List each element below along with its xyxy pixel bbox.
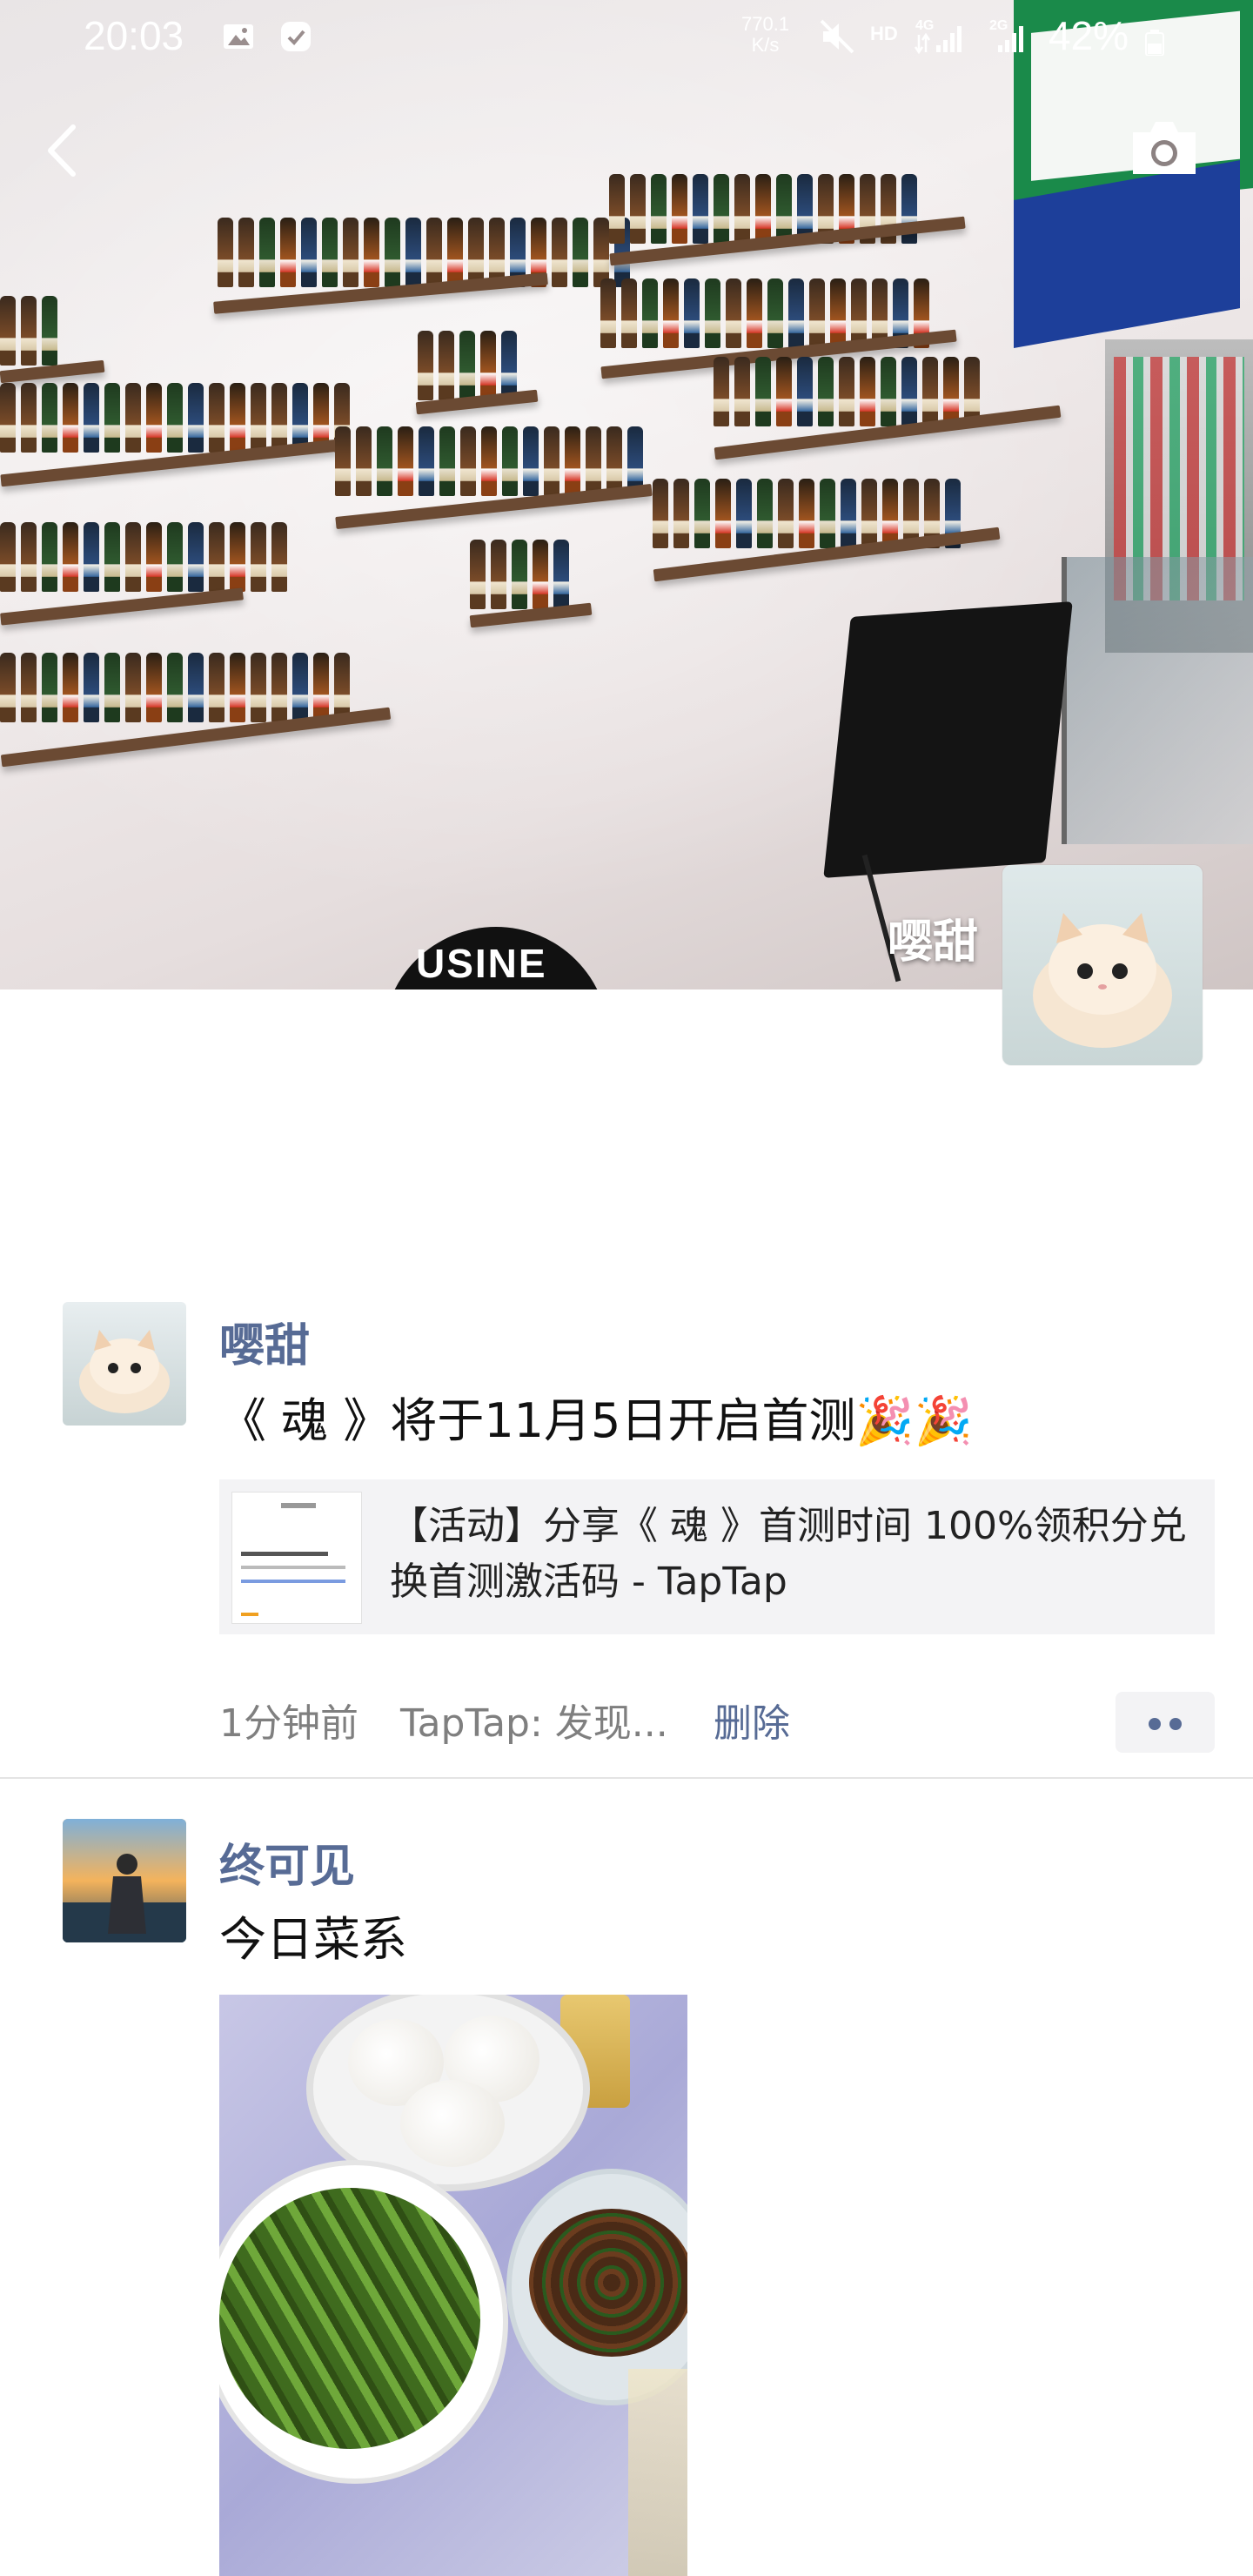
hd-indicator: HD: [870, 23, 898, 44]
post-text: 今日菜系: [219, 1912, 407, 1967]
battery-icon: [1145, 30, 1164, 56]
display-case: [1062, 557, 1253, 844]
signal-2g-icon: 2G: [989, 18, 1023, 52]
post-time: 1分钟前: [219, 1701, 358, 1746]
post-source[interactable]: TapTap: 发现...: [400, 1692, 668, 1748]
post-divider: [0, 1777, 1253, 1779]
post-text: 《 魂 》将于11月5日开启首测🎉🎉: [219, 1393, 973, 1448]
cat-avatar-image: [1033, 913, 1172, 1048]
status-time: 20:03: [84, 13, 184, 58]
cat-avatar-image: [79, 1330, 170, 1413]
owner-avatar[interactable]: [1002, 865, 1203, 1065]
image-icon: [224, 24, 253, 49]
post-author-name[interactable]: 嘤甜: [219, 1309, 310, 1374]
bottle-row: [600, 270, 929, 348]
bottle-row: [218, 209, 630, 287]
signal-4g-icon: 4G: [914, 18, 962, 55]
moment-post: 终可见 今日菜系: [0, 1819, 1253, 2576]
cover-image[interactable]: USINE 20:03 770.1 K/s HD 4G 2G 42% 嘤甜: [0, 0, 1253, 989]
shared-link-card[interactable]: 【活动】分享《 魂 》首测时间 100%领积分兑换首测激活码 - TapTap: [219, 1479, 1215, 1634]
bottle-row: [714, 348, 980, 426]
bottle-row: [335, 418, 643, 496]
app-notification-icon: [281, 22, 311, 51]
svg-text:4G: 4G: [915, 18, 934, 33]
bottle-row: [470, 531, 569, 609]
more-dots-button[interactable]: [1116, 1692, 1215, 1753]
post-photo[interactable]: [219, 1995, 687, 2576]
mute-icon: [820, 19, 854, 54]
bottle-row: [418, 322, 517, 400]
battery-percent: 42%: [1049, 13, 1129, 58]
network-speed-unit: K/s: [751, 34, 780, 56]
bottle-row: [0, 374, 350, 453]
chair-text: USINE: [416, 941, 547, 986]
bottle-row: [0, 644, 350, 722]
link-title: 【活动】分享《 魂 》首测时间 100%领积分兑换首测激活码 - TapTap: [390, 1504, 1187, 1604]
link-thumbnail: [231, 1492, 362, 1624]
person-avatar-image: [63, 1819, 186, 1942]
network-speed: 770.1 K/s: [741, 14, 789, 56]
drink-glass: [628, 2369, 687, 2576]
vegetable-plate: [219, 2160, 508, 2484]
tv-screen: [823, 601, 1073, 878]
svg-text:2G: 2G: [989, 18, 1008, 33]
cover-owner-name: 嘤甜: [887, 916, 978, 969]
network-speed-value: 770.1: [741, 13, 790, 35]
status-bar: 20:03 770.1 K/s HD 4G 2G 42%: [0, 0, 1253, 73]
avatar[interactable]: [63, 1819, 186, 1942]
moment-post: 嘤甜 《 魂 》将于11月5日开启首测🎉🎉 【活动】分享《 魂 》首测时间 10…: [0, 1302, 1253, 1779]
post-meta: 1分钟前 TapTap: 发现... 删除: [219, 1692, 790, 1748]
bottle-row: [0, 287, 57, 366]
back-chevron-left-icon[interactable]: [38, 120, 90, 181]
camera-icon[interactable]: [1128, 117, 1201, 179]
post-author-name[interactable]: 终可见: [219, 1829, 355, 1895]
avatar[interactable]: [63, 1302, 186, 1426]
delete-button[interactable]: 删除: [714, 1692, 790, 1748]
bottle-row: [0, 513, 287, 592]
